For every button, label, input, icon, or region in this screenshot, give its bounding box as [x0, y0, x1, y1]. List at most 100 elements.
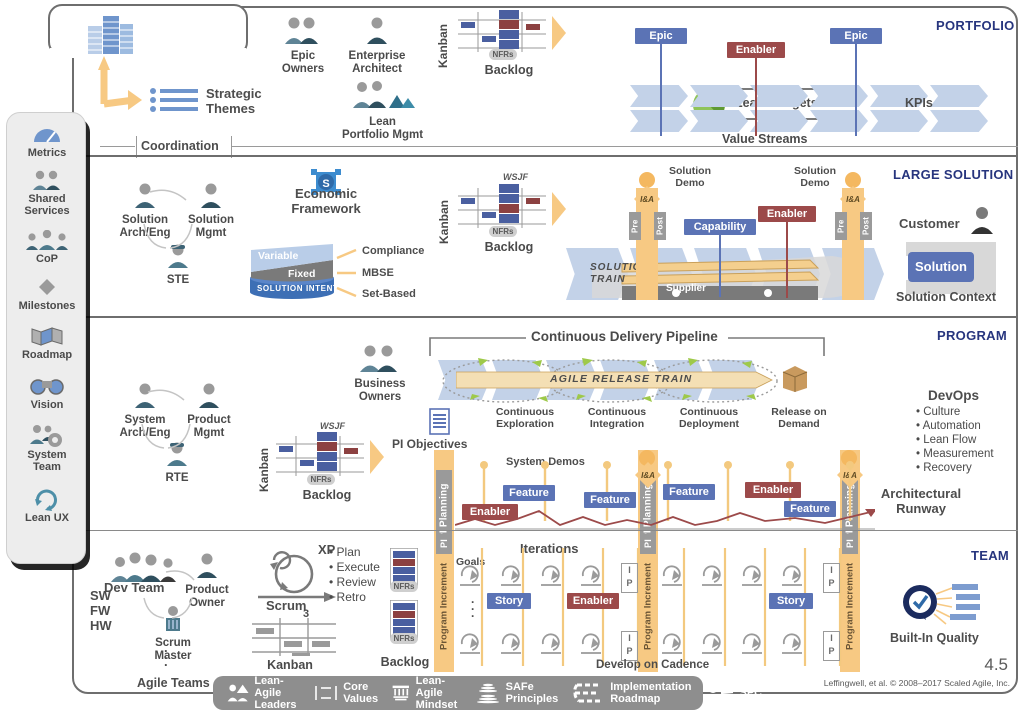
program-increment-bar-1[interactable]: Program Increment	[434, 540, 454, 672]
level-label-large-solution: LARGE SOLUTION	[893, 167, 1014, 182]
sidebar-item-roadmap[interactable]: Roadmap	[7, 325, 87, 361]
ls-nfr-badge: NFRs	[489, 226, 517, 237]
customer-icon	[971, 207, 993, 234]
sidebar-label: Shared Services	[24, 193, 70, 218]
sidebar-item-milestones[interactable]: Milestones	[7, 276, 87, 312]
sidebar-item-cop[interactable]: CoP	[7, 229, 87, 265]
sidebar-item-system-team[interactable]: System Team	[7, 425, 87, 474]
foundation-item-lean-agile-mindset[interactable]: Lean-Agile Mindset	[391, 675, 462, 711]
program-feature-3[interactable]: Feature	[663, 484, 715, 500]
post-marker-1: Post	[654, 212, 666, 240]
principles-icon	[476, 683, 499, 704]
foundation-item-lean-agile-leaders[interactable]: Lean-Agile Leaders	[226, 675, 301, 711]
program-triad-arc	[141, 389, 191, 449]
supplier-label: Supplier	[666, 283, 707, 294]
pi-objectives-icon	[429, 408, 450, 435]
agile-teams-dots: ...	[164, 640, 168, 669]
aspect-set-based: Set-Based	[362, 288, 416, 300]
portfolio-epic-2[interactable]: Epic	[830, 28, 882, 44]
role-lean-portfolio-mgmt[interactable]: Lean Portfolio Mgmt	[330, 80, 435, 141]
ip-iteration-1b[interactable]: IP	[621, 631, 638, 661]
team-enabler-1[interactable]: Enabler	[567, 593, 619, 609]
solution-demo-label-1: Solution Demo	[669, 165, 711, 189]
portfolio-nfr-badge: NFRs	[489, 49, 517, 60]
foundation-item-spc[interactable]: SPC	[705, 682, 763, 704]
enterprise-box-mask	[50, 48, 246, 58]
level-label-program: PROGRAM	[937, 328, 1007, 343]
program-enabler-2[interactable]: Enabler	[745, 482, 801, 498]
foundation-bar: Lean-Agile Leaders Core Values Lean-Agil…	[213, 675, 762, 711]
foundation-label: Implementation Roadmap	[610, 680, 692, 705]
diamond-icon	[7, 276, 87, 298]
chevron	[690, 110, 748, 132]
people-group-icon	[7, 229, 87, 251]
role-label: Lean Portfolio Mgmt	[341, 116, 424, 141]
ls-wsjf-label: WSJF	[503, 172, 529, 182]
cdp-stage-3: Continuous Deployment	[678, 406, 740, 431]
scrum-step: • Retro	[329, 590, 366, 604]
ls-enabler-chip[interactable]: Enabler	[758, 206, 816, 222]
devops-item: • Automation	[916, 420, 981, 432]
ip-iteration-2a[interactable]: IP	[823, 563, 840, 593]
pi-short-1: PI	[436, 534, 452, 554]
program-enabler-1[interactable]: Enabler	[462, 504, 518, 520]
team-triad-arc	[143, 570, 195, 619]
program-feature-1[interactable]: Feature	[503, 485, 555, 501]
version-label: 4.5	[984, 655, 1008, 674]
foundation-label: SPC	[739, 686, 763, 699]
foundation-item-core-values[interactable]: Core Values	[314, 681, 378, 705]
role-enterprise-architect[interactable]: Enterprise Architect	[332, 16, 422, 75]
devops-item: • Culture	[916, 406, 961, 418]
cycle-icon	[7, 488, 87, 511]
pi-objectives-label: PI Objectives	[392, 437, 468, 451]
devops-item: • Recovery	[916, 462, 972, 474]
core-values-icon	[315, 686, 338, 700]
architectural-runway-label: Architectural Runway	[880, 486, 962, 516]
coordination-rule-left	[100, 146, 135, 147]
ip-iteration-1a[interactable]: IP	[621, 563, 638, 593]
sidebar-label: System Team	[27, 449, 67, 474]
value-stream-row-2	[630, 110, 990, 132]
art-label: AGILE RELEASE TRAIN	[550, 373, 693, 385]
sidebar-label: Milestones	[18, 300, 76, 312]
ip-iteration-2b[interactable]: IP	[823, 631, 840, 661]
portfolio-epic-1[interactable]: Epic	[635, 28, 687, 44]
portfolio-enabler-1[interactable]: Enabler	[727, 42, 785, 58]
roadmap-icon	[573, 683, 602, 703]
sidebar-item-lean-ux[interactable]: Lean UX	[7, 488, 87, 524]
kpis-label: KPIs	[905, 96, 933, 110]
ls-capability-chip[interactable]: Capability	[684, 219, 756, 235]
solution-context-label: Solution Context	[896, 290, 996, 304]
program-nfr-badge: NFRs	[307, 474, 335, 485]
level-label-team: TEAM	[971, 548, 1010, 563]
sidebar-item-metrics[interactable]: Metrics	[7, 123, 87, 159]
team-story-2[interactable]: Story	[769, 593, 813, 609]
team-goals-dots: ...	[471, 592, 475, 620]
role-business-owners[interactable]: Business Owners	[330, 344, 430, 403]
sw-fw-hw-label: SW FW HW	[90, 588, 112, 633]
ls-enabler-stem	[786, 222, 788, 298]
scrum-step: • Plan	[329, 545, 361, 559]
chevron	[870, 110, 928, 132]
program-feature-2[interactable]: Feature	[584, 492, 636, 508]
program-kanban-label: Kanban	[257, 447, 271, 492]
devops-title: DevOps	[928, 388, 980, 403]
team-story-1[interactable]: Story	[487, 593, 531, 609]
agile-teams-label: Agile Teams	[137, 676, 210, 690]
binoculars-icon	[7, 375, 87, 397]
program-feature-4[interactable]: Feature	[784, 501, 836, 517]
solution-chip[interactable]: Solution	[908, 252, 974, 282]
foundation-item-safe-principles[interactable]: SAFe Principles	[475, 681, 558, 705]
team-kanban-board[interactable]	[252, 616, 336, 656]
pre-marker-2: Pre	[835, 212, 847, 240]
team-nfr-badge-1: NFRs	[390, 581, 418, 592]
kanban-wip-limit: 3	[303, 608, 310, 620]
sidebar-item-vision[interactable]: Vision	[7, 375, 87, 411]
sidebar-label: Vision	[30, 399, 64, 411]
two-people-icon	[285, 17, 318, 44]
team-gear-icon	[7, 425, 87, 447]
built-in-quality-label: Built-In Quality	[890, 631, 979, 645]
devops-item: • Lean Flow	[916, 434, 977, 446]
foundation-item-implementation-roadmap[interactable]: Implementation Roadmap	[571, 680, 692, 705]
sidebar-item-shared-services[interactable]: Shared Services	[7, 169, 87, 218]
